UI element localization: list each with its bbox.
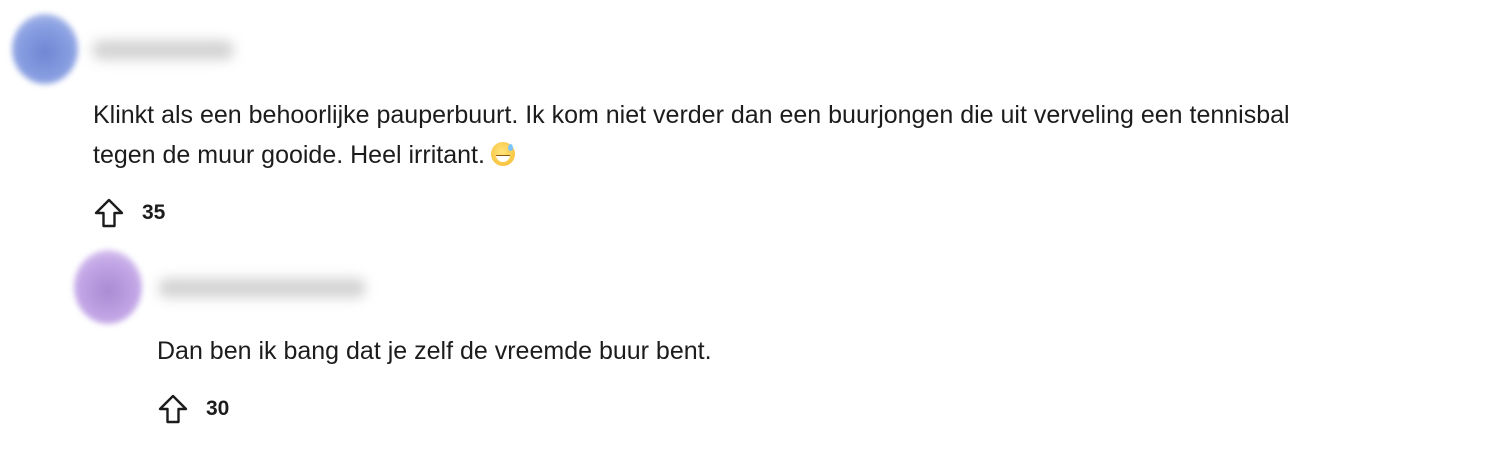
comment-text-line-1: Klinkt als een behoorlijke pauperbuurt. … <box>93 101 1290 129</box>
avatar[interactable] <box>12 14 78 84</box>
upvote-arrow-icon[interactable] <box>157 393 189 425</box>
comment-text-line-2-content: tegen de muur gooide. Heel irritant. <box>93 141 485 169</box>
upvote-control[interactable]: 35 <box>93 198 165 228</box>
grinning-sweat-emoji-icon <box>490 142 515 166</box>
avatar[interactable] <box>74 250 142 324</box>
upvote-control[interactable]: 30 <box>157 394 229 424</box>
comment-text-line-2: tegen de muur gooide. Heel irritant. <box>93 135 515 175</box>
username-blurred[interactable] <box>92 40 234 60</box>
username-blurred[interactable] <box>158 278 366 298</box>
upvote-count: 35 <box>142 201 166 224</box>
upvote-count: 30 <box>206 397 230 420</box>
comment-text: Dan ben ik bang dat je zelf de vreemde b… <box>157 337 712 365</box>
upvote-arrow-icon[interactable] <box>93 197 125 229</box>
